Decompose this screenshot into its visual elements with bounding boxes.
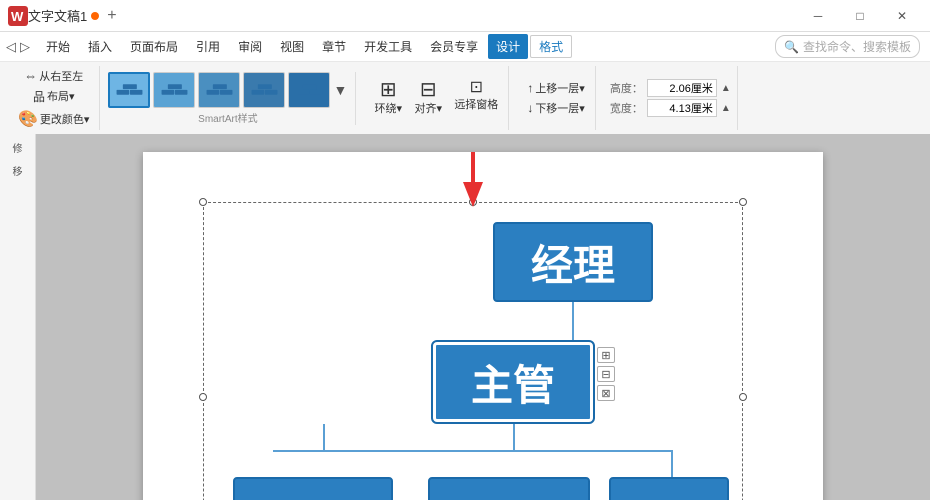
close-btn[interactable]: ✕ <box>882 2 922 30</box>
styles-dropdown-btn[interactable]: ▼ <box>333 82 347 98</box>
redo-btn[interactable]: ▷ <box>20 39 30 55</box>
style-box-4[interactable] <box>243 72 285 108</box>
smartart-container[interactable]: 经理 主管 ⊞ ⊟ ⊠ <box>203 202 743 500</box>
layout-btn[interactable]: 品 布局▾ <box>29 87 79 106</box>
svg-text:W: W <box>11 9 24 24</box>
left-toolbar: 修 移 <box>0 134 36 500</box>
search-placeholder: 查找命令、搜索模板 <box>803 38 911 55</box>
undo-btn[interactable]: ◁ <box>6 39 16 55</box>
search-icon: 🔍 <box>784 40 799 54</box>
supervisor-box[interactable]: 主管 <box>433 342 593 422</box>
handle-btn-2[interactable]: ⊟ <box>597 366 615 382</box>
width-up-btn[interactable]: ▲ <box>721 103 731 114</box>
menu-kaishi[interactable]: 开始 <box>38 34 78 59</box>
employee-a-box[interactable]: 职员A <box>233 477 393 500</box>
height-label: 高度： <box>610 80 643 96</box>
unsaved-dot <box>91 12 99 20</box>
menu-geshi[interactable]: 格式 <box>530 35 572 58</box>
menu-shitu[interactable]: 视图 <box>272 34 312 59</box>
menu-bar: ◁ ▷ 开始 插入 页面布局 引用 审阅 视图 章节 开发工具 会员专享 设计 … <box>0 32 930 62</box>
line-to-emp-b <box>513 424 515 452</box>
width-row: 宽度： ▲ <box>610 99 731 117</box>
line-to-emp-c <box>671 450 673 478</box>
handle-tl[interactable] <box>199 198 207 206</box>
employee-b-box[interactable]: 职员B <box>428 477 590 500</box>
line-to-emp-a <box>323 424 325 452</box>
handle-btn-3[interactable]: ⊠ <box>597 385 615 401</box>
ribbon-group-dimension: 高度： ▲ 宽度： ▲ <box>604 66 738 130</box>
menu-shenyue[interactable]: 审阅 <box>230 34 270 59</box>
window-controls: ─ □ ✕ <box>798 2 922 30</box>
minimize-btn[interactable]: ─ <box>798 2 838 30</box>
toolbar-yi[interactable]: 移 <box>2 161 34 180</box>
selection-pane-btn[interactable]: ⊡ 远择窗格 <box>450 78 502 118</box>
change-color-btn[interactable]: 🎨 更改颜色▾ <box>14 108 93 130</box>
handle-tr[interactable] <box>739 198 747 206</box>
menu-sheji[interactable]: 设计 <box>488 34 528 59</box>
document-page: 经理 主管 ⊞ ⊟ ⊠ <box>143 152 823 500</box>
ribbon-group-arrange: ⊞ 环绕▾ ⊟ 对齐▾ ⊡ 远择窗格 <box>364 66 509 130</box>
height-up-btn[interactable]: ▲ <box>721 83 731 94</box>
style-box-5[interactable] <box>288 72 330 108</box>
move-down-layer-btn[interactable]: ↓ 下移一层▾ <box>523 99 589 117</box>
doc-title: 文字文稿1 <box>28 6 87 25</box>
ribbon-group-layout: ⇔ 从右至左 品 布局▾ 🎨 更改颜色▾ <box>8 66 100 130</box>
wps-logo-icon: W <box>8 6 28 26</box>
ribbon-content: ⇔ 从右至左 品 布局▾ 🎨 更改颜色▾ <box>0 62 930 134</box>
main-area: 修 移 <box>0 134 930 500</box>
maximize-btn[interactable]: □ <box>840 2 880 30</box>
menu-charu[interactable]: 插入 <box>80 34 120 59</box>
employee-c-box[interactable]: 职员C <box>609 477 729 500</box>
move-up-layer-btn[interactable]: ↑ 上移一层▾ <box>523 79 589 97</box>
red-arrow <box>353 152 553 222</box>
undo-redo-group: ◁ ▷ <box>6 39 30 55</box>
menu-zhangjie[interactable]: 章节 <box>314 34 354 59</box>
smartart-styles-group: ▼ SmartArt样式 <box>108 72 356 125</box>
right-to-left-btn[interactable]: ⇔ 从右至左 <box>20 67 87 85</box>
menu-kaifa[interactable]: 开发工具 <box>356 34 420 59</box>
handle-ml[interactable] <box>199 393 207 401</box>
line-manager-to-supervisor <box>572 302 574 342</box>
ribbon-search-box[interactable]: 🔍 查找命令、搜索模板 <box>775 35 920 58</box>
width-input[interactable] <box>647 99 717 117</box>
menu-huiyuan[interactable]: 会员专享 <box>422 34 486 59</box>
handle-tc[interactable] <box>469 198 477 206</box>
wrap-btn[interactable]: ⊞ 环绕▾ <box>370 78 406 118</box>
menu-yinyong[interactable]: 引用 <box>188 34 228 59</box>
handle-btn-1[interactable]: ⊞ <box>597 347 615 363</box>
page-wrapper: 经理 主管 ⊞ ⊟ ⊠ <box>36 134 930 500</box>
style-box-2[interactable] <box>153 72 195 108</box>
title-bar: W 文字文稿1 + ─ □ ✕ <box>0 0 930 32</box>
line-supervisor-h <box>273 450 673 452</box>
toolbar-xiu[interactable]: 修 <box>2 138 34 157</box>
ribbon-group-layer: ↑ 上移一层▾ ↓ 下移一层▾ <box>517 66 596 130</box>
handle-mr[interactable] <box>739 393 747 401</box>
height-row: 高度： ▲ <box>610 79 731 97</box>
style-box-3[interactable] <box>198 72 240 108</box>
new-tab-btn[interactable]: + <box>107 7 116 25</box>
smartart-handle-panel: ⊞ ⊟ ⊠ <box>597 347 615 401</box>
manager-box[interactable]: 经理 <box>493 222 653 302</box>
app-wrapper: W 文字文稿1 + ─ □ ✕ ◁ ▷ 开始 插入 页面布局 引用 审阅 视图 … <box>0 0 930 500</box>
style-box-1[interactable] <box>108 72 150 108</box>
width-label: 宽度： <box>610 100 643 116</box>
height-input[interactable] <box>647 79 717 97</box>
align-btn[interactable]: ⊟ 对齐▾ <box>410 78 446 118</box>
menu-yemian[interactable]: 页面布局 <box>122 34 186 59</box>
